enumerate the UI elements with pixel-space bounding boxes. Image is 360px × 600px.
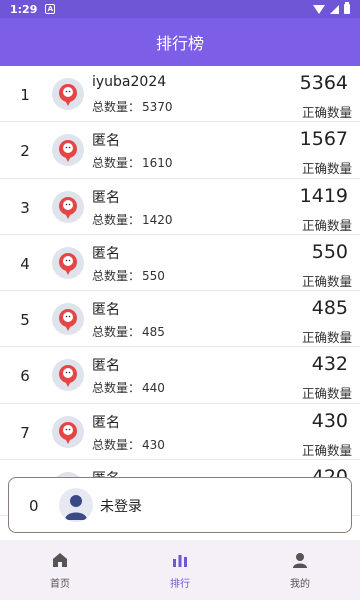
correct-count: 550 bbox=[311, 240, 348, 263]
leaderboard-row[interactable]: 3 匿名 总数量： 1420 1419 正确数量 bbox=[0, 178, 360, 235]
nav-label-home: 首页 bbox=[50, 578, 70, 590]
leaderboard-row[interactable]: 1 iyuba2024 总数量： 5370 5364 正确数量 bbox=[0, 66, 360, 123]
avatar-icon bbox=[52, 190, 84, 223]
page-title: 排行榜 bbox=[155, 34, 204, 53]
total-count: 总数量： 5370 bbox=[92, 98, 173, 115]
nav-item-home[interactable]: 首页 bbox=[0, 540, 120, 600]
nav-item-me[interactable]: 我的 bbox=[240, 540, 360, 600]
leaderboard-row[interactable]: 7 匿名 总数量： 430 430 正确数量 bbox=[0, 403, 360, 461]
status-bar: 1:29 A bbox=[0, 0, 360, 18]
user-name: 匿名 bbox=[92, 133, 120, 150]
total-label: 总数量： bbox=[92, 437, 141, 452]
leaderboard-row[interactable]: 5 匿名 总数量： 485 485 正确数量 bbox=[0, 291, 360, 348]
correct-count: 5364 bbox=[299, 72, 348, 94]
avatar-icon bbox=[52, 134, 84, 167]
app-bar: 排行榜 bbox=[0, 18, 360, 66]
correct-count: 432 bbox=[311, 353, 348, 376]
default-user-avatar-icon bbox=[59, 488, 93, 522]
wifi-icon bbox=[313, 4, 325, 14]
leaderboard-row[interactable]: 2 匿名 总数量： 1610 1567 正确数量 bbox=[0, 122, 360, 179]
rank-number: 3 bbox=[20, 198, 30, 217]
avatar-icon bbox=[52, 246, 84, 279]
user-name: iyuba2024 bbox=[92, 74, 167, 90]
rank-number: 5 bbox=[20, 311, 30, 330]
rank-number: 6 bbox=[20, 367, 30, 386]
total-count: 总数量： 1420 bbox=[92, 211, 173, 228]
rank-number: 1 bbox=[20, 86, 30, 104]
bar-chart-icon bbox=[173, 554, 187, 567]
nav-label-me: 我的 bbox=[290, 578, 310, 590]
correct-count-label: 正确数量 bbox=[301, 330, 352, 346]
total-value: 440 bbox=[142, 381, 165, 396]
total-value: 430 bbox=[142, 437, 165, 452]
correct-count: 1419 bbox=[299, 184, 348, 207]
correct-count: 430 bbox=[311, 409, 348, 432]
total-label: 总数量： bbox=[92, 212, 141, 227]
leaderboard-list[interactable]: 1 iyuba2024 总数量： 5370 5364 正确数量 2 匿名 总数量：… bbox=[0, 66, 360, 540]
correct-count-label: 正确数量 bbox=[301, 386, 352, 402]
avatar-icon bbox=[52, 415, 84, 448]
status-icons bbox=[313, 2, 350, 14]
status-time: 1:29 bbox=[10, 2, 38, 16]
correct-count-label: 正确数量 bbox=[301, 105, 352, 120]
total-value: 5370 bbox=[142, 100, 173, 114]
total-label: 总数量： bbox=[92, 325, 141, 340]
total-count: 总数量： 550 bbox=[92, 267, 165, 284]
total-value: 1420 bbox=[142, 212, 173, 227]
my-user-name: 未登录 bbox=[100, 499, 142, 515]
total-value: 1610 bbox=[142, 156, 173, 171]
total-count: 总数量： 430 bbox=[92, 436, 165, 453]
user-name: 匿名 bbox=[92, 245, 120, 262]
battery-icon bbox=[344, 2, 350, 14]
total-value: 550 bbox=[142, 268, 165, 283]
correct-count-label: 正确数量 bbox=[301, 161, 352, 177]
correct-count: 1567 bbox=[299, 128, 348, 151]
correct-count-label: 正确数量 bbox=[301, 273, 352, 289]
total-label: 总数量： bbox=[92, 100, 141, 114]
total-count: 总数量： 1610 bbox=[92, 154, 173, 171]
home-icon bbox=[53, 552, 67, 567]
user-name: 匿名 bbox=[92, 414, 120, 431]
user-name: 匿名 bbox=[92, 302, 120, 319]
total-value: 485 bbox=[142, 325, 165, 340]
leaderboard-row[interactable]: 4 匿名 总数量： 550 550 正确数量 bbox=[0, 234, 360, 292]
nav-label-rank: 排行 bbox=[170, 578, 190, 590]
correct-count: 485 bbox=[311, 297, 348, 320]
rank-number: 4 bbox=[20, 254, 30, 273]
avatar-icon bbox=[52, 303, 84, 336]
leaderboard-row[interactable]: 6 匿名 总数量： 440 432 正确数量 bbox=[0, 347, 360, 404]
total-label: 总数量： bbox=[92, 156, 141, 171]
nav-item-rank[interactable]: 排行 bbox=[120, 540, 240, 600]
total-label: 总数量： bbox=[92, 268, 141, 283]
correct-count-label: 正确数量 bbox=[301, 217, 352, 233]
my-rank-card[interactable]: 0 未登录 bbox=[8, 477, 352, 533]
correct-count-label: 正确数量 bbox=[301, 442, 352, 458]
rank-number: 7 bbox=[20, 423, 30, 442]
avatar-icon bbox=[52, 359, 84, 392]
total-label: 总数量： bbox=[92, 381, 141, 396]
signal-icon bbox=[330, 4, 339, 14]
rank-number: 2 bbox=[20, 142, 30, 161]
person-icon bbox=[293, 552, 307, 568]
user-name: 匿名 bbox=[92, 358, 120, 375]
total-count: 总数量： 440 bbox=[92, 379, 165, 396]
total-count: 总数量： 485 bbox=[92, 323, 165, 340]
bottom-nav: 首页 排行 我的 bbox=[0, 540, 360, 600]
notification-a-icon: A bbox=[45, 4, 56, 14]
user-name: 匿名 bbox=[92, 189, 120, 206]
my-rank-number: 0 bbox=[29, 497, 39, 515]
avatar-icon bbox=[52, 78, 84, 110]
